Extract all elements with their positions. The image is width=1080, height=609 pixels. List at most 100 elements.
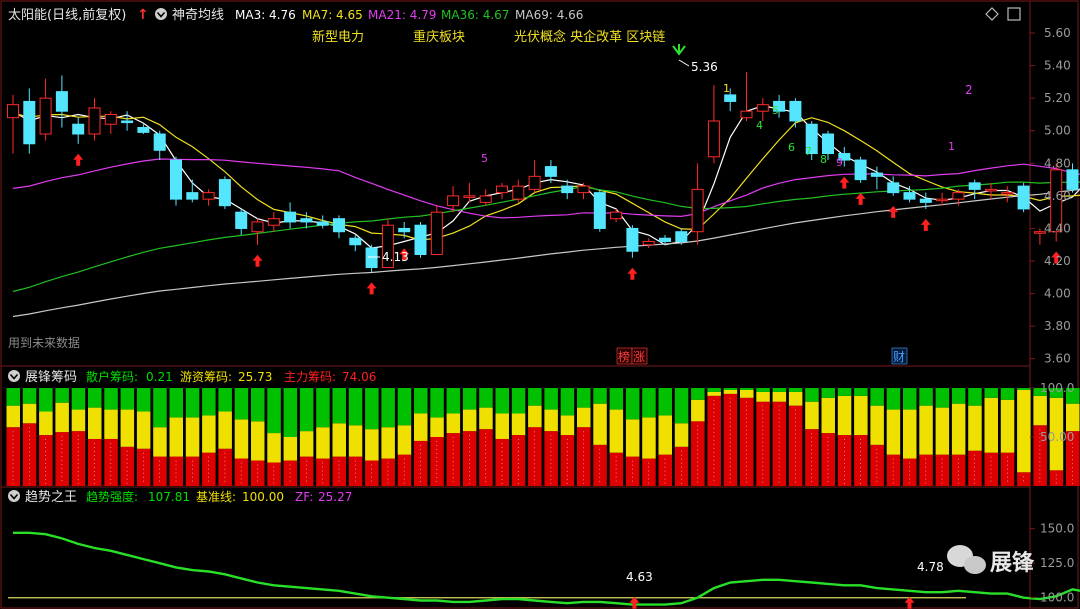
price-tick-label: 4.60 [1044, 189, 1071, 203]
chip-dropdown-icon[interactable] [8, 370, 20, 382]
chip-bar-retail [609, 388, 624, 410]
candle [398, 227, 411, 233]
candle [903, 192, 916, 200]
chip-bar-main [511, 435, 526, 486]
chip-bar-hotmoney [837, 395, 852, 436]
trend-panel-title[interactable]: 趋势之王 [25, 489, 77, 505]
wave-number: 5 [772, 104, 779, 117]
chip-bar-retail [88, 388, 102, 408]
candle [528, 175, 541, 190]
trend-strength-label: 趋势强度: [86, 489, 138, 504]
candle [186, 192, 199, 200]
candle [430, 211, 443, 256]
chip-bar-hotmoney [642, 417, 656, 459]
chip-hotmoney-label: 游资筹码: [180, 370, 232, 384]
chip-bar-main [495, 438, 509, 486]
up-arrow-icon[interactable]: ↑ [137, 7, 149, 23]
candle [267, 218, 280, 226]
chip-bar-main [837, 435, 852, 486]
indicator-name[interactable]: 神奇均线 [172, 7, 224, 23]
chip-bar-main [22, 423, 37, 486]
chip-bar-hotmoney [332, 423, 346, 457]
chip-bar-hotmoney [267, 433, 281, 463]
chip-bar-retail [479, 388, 493, 408]
candle [88, 107, 101, 135]
chip-bar-hotmoney [316, 427, 330, 459]
chip-bar-hotmoney [935, 407, 950, 455]
ma-legend-ma36: MA36: 4.67 [441, 8, 509, 22]
chip-bar-hotmoney [71, 409, 86, 432]
ma-legend-ma69: MA69: 4.66 [515, 8, 583, 22]
chip-bar-hotmoney [430, 417, 444, 437]
candle [756, 104, 769, 112]
trend-buy-arrow-icon [904, 596, 915, 609]
candle [1017, 185, 1030, 210]
chip-bar-hotmoney [479, 407, 493, 430]
chip-bar-retail [805, 388, 819, 402]
chart-frame [0, 0, 1079, 609]
chip-bar-hotmoney [511, 413, 526, 436]
chip-bar-hotmoney [446, 413, 461, 434]
price-tick-label: 3.80 [1044, 319, 1071, 333]
chip-bar-hotmoney [560, 415, 575, 436]
price-tick-label: 4.00 [1044, 287, 1071, 301]
chip-bar-hotmoney [1017, 389, 1031, 473]
chip-bar-retail [234, 388, 249, 420]
chip-panel-title[interactable]: 展锋筹码 [25, 369, 77, 385]
chip-bar-retail [723, 388, 738, 390]
candle [854, 159, 867, 181]
candle [919, 198, 932, 203]
indicator-dropdown-icon[interactable] [155, 8, 167, 20]
chip-bar-hotmoney [120, 409, 135, 447]
chip-bar-retail [560, 388, 575, 416]
chip-bar-hotmoney [348, 425, 363, 457]
chip-bar-retail [104, 388, 118, 410]
chip-bar-retail [495, 388, 509, 414]
candle [23, 100, 36, 145]
buy-arrow-icon [252, 254, 263, 267]
chip-bar-retail [462, 388, 477, 410]
chip-bar-hotmoney [886, 409, 901, 455]
chip-bar-main [88, 438, 102, 486]
chip-bar-hotmoney [1033, 395, 1047, 426]
chip-main-label: 主力筹码: [284, 370, 336, 384]
buy-arrow-icon [839, 176, 850, 189]
stock-name[interactable]: 太阳能(日线,前复权) [8, 7, 126, 23]
chip-bar-retail [658, 388, 672, 416]
chip-bar-hotmoney [870, 405, 884, 445]
candle [610, 211, 623, 220]
candle [284, 211, 297, 223]
chip-bar-hotmoney [169, 417, 183, 457]
trend-dropdown-icon[interactable] [8, 490, 20, 502]
high-label-leader [678, 59, 690, 67]
candle [870, 172, 883, 177]
candle [251, 221, 264, 233]
diamond-icon[interactable] [985, 7, 999, 21]
trend-strength-value: 107.81 [148, 490, 190, 504]
chip-bar-hotmoney [658, 415, 672, 455]
chip-bar-hotmoney [39, 411, 53, 436]
trend-annotation-2: 4.78 [917, 560, 944, 574]
chip-bar-retail [22, 388, 37, 404]
wave-number: 8 [820, 153, 827, 166]
chip-bar-hotmoney [381, 427, 395, 459]
chip-bar-hotmoney [903, 409, 917, 459]
chip-bar-retail [625, 388, 640, 420]
candle [333, 218, 345, 233]
maximize-icon[interactable] [1007, 7, 1021, 21]
trend-annotation-1: 4.63 [626, 570, 653, 584]
candle [822, 133, 834, 155]
concept-tag-1: 新型电力 [312, 29, 364, 45]
candle [577, 185, 590, 194]
chip-bar-hotmoney [919, 405, 933, 455]
candle [707, 120, 720, 158]
ma-legend-ma21: MA21: 4.79 [368, 8, 436, 22]
wave-number: 1 [948, 140, 955, 153]
chip-bar-hotmoney [854, 395, 868, 436]
chip-bar-retail [707, 388, 721, 392]
chip-bar-hotmoney [528, 405, 542, 428]
wave-number: 2 [965, 83, 973, 97]
chip-bar-retail [528, 388, 542, 406]
chip-bar-retail [740, 388, 754, 390]
chip-bar-hotmoney [283, 437, 298, 461]
